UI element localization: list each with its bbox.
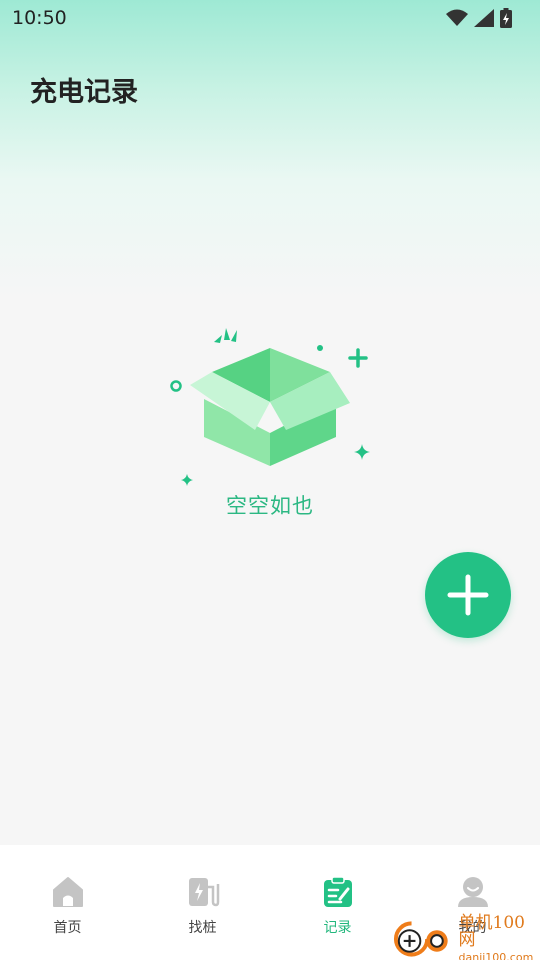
home-icon	[52, 877, 83, 907]
nav-label-find-charger: 找桩	[188, 920, 217, 936]
status-icons	[446, 8, 512, 28]
watermark-title: 单机100网	[458, 913, 525, 950]
records-icon	[323, 876, 352, 907]
nav-label-records: 记录	[323, 920, 352, 936]
watermark-url: danji100.com	[458, 951, 534, 960]
watermark-logo-icon	[393, 921, 448, 957]
nav-label-home: 首页	[53, 920, 82, 936]
wifi-icon	[446, 9, 468, 26]
plus-icon	[447, 574, 489, 616]
watermark: 单机100网 danji100.com	[392, 913, 540, 960]
page-title: 充电记录	[30, 77, 138, 108]
battery-icon	[500, 8, 512, 28]
nav-item-records[interactable]: 记录	[270, 845, 405, 960]
cell-signal-icon	[474, 9, 494, 27]
empty-state-text: 空空如也	[226, 494, 314, 518]
empty-box-icon	[170, 328, 370, 486]
status-bar: 10:50	[0, 0, 540, 36]
nav-item-home[interactable]: 首页	[0, 845, 135, 960]
header-background	[0, 0, 540, 300]
nav-item-find-charger[interactable]: 找桩	[135, 845, 270, 960]
user-icon	[457, 877, 488, 907]
add-record-button[interactable]	[425, 552, 511, 638]
charger-icon	[188, 878, 219, 907]
status-time: 10:50	[12, 7, 67, 29]
